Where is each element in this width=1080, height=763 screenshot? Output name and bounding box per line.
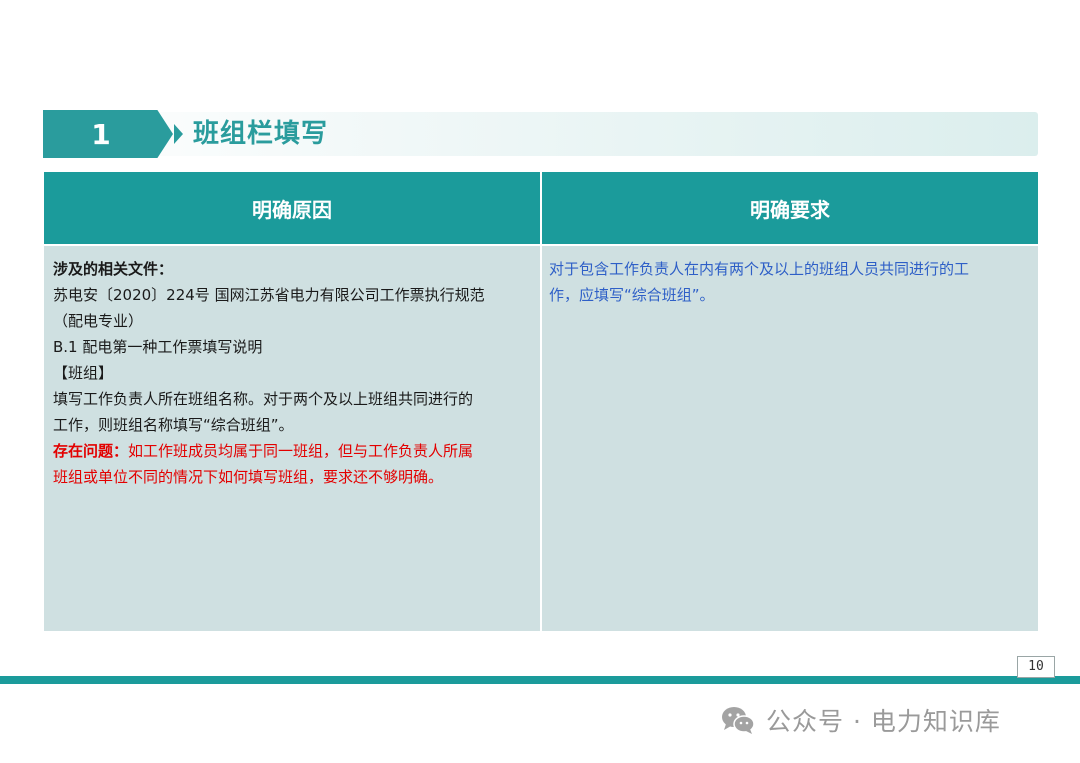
header-requirement: 明确要求 <box>542 172 1038 244</box>
issue-text: 如工作班成员均属于同一班组，但与工作负责人所属 <box>128 442 474 460</box>
issue-line: 班组或单位不同的情况下如何填写班组，要求还不够明确。 <box>53 468 444 486</box>
reason-line: B.1 配电第一种工作票填写说明 <box>53 338 263 356</box>
reason-line: 工作，则班组名称填写“综合班组”。 <box>53 416 294 434</box>
reason-line: 填写工作负责人所在班组名称。对于两个及以上班组共同进行的 <box>53 390 474 408</box>
page-number: 10 <box>1017 656 1055 678</box>
chevron-right-icon <box>174 124 183 144</box>
requirement-line: 作，应填写“综合班组”。 <box>549 286 715 304</box>
watermark-text: 公众号 · 电力知识库 <box>766 707 1001 736</box>
footer-bar <box>0 676 1080 684</box>
watermark: 公众号 · 电力知识库 <box>720 700 1001 740</box>
section-title: 班组栏填写 <box>193 119 329 149</box>
reason-cell: 涉及的相关文件： 苏电安〔2020〕224号 国网江苏省电力有限公司工作票执行规… <box>44 246 540 631</box>
reason-line: 苏电安〔2020〕224号 国网江苏省电力有限公司工作票执行规范 <box>53 286 485 304</box>
reason-line: （配电专业） <box>53 312 144 330</box>
issue-line: 存在问题：如工作班成员均属于同一班组，但与工作负责人所属 <box>53 438 532 464</box>
header-reason: 明确原因 <box>44 172 540 244</box>
reason-line: 涉及的相关文件： <box>53 260 174 278</box>
section-number-badge: 1 <box>43 110 173 158</box>
requirement-cell: 对于包含工作负责人在内有两个及以上的班组人员共同进行的工 作，应填写“综合班组”… <box>542 246 1038 631</box>
reason-line: 【班组】 <box>53 364 114 382</box>
wechat-icon <box>722 707 755 734</box>
section-number: 1 <box>91 117 111 151</box>
issue-label: 存在问题： <box>53 442 129 460</box>
requirement-line: 对于包含工作负责人在内有两个及以上的班组人员共同进行的工 <box>549 260 970 278</box>
